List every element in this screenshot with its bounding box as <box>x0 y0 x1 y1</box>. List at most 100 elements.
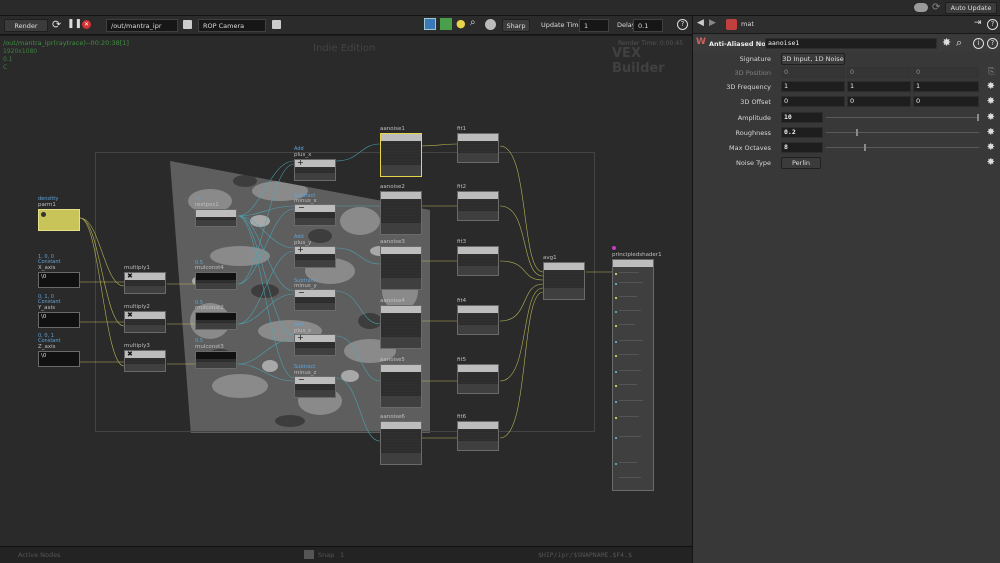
gear-icon[interactable]: ✸ <box>942 36 951 49</box>
preview-icon[interactable] <box>440 18 452 30</box>
fit2-node[interactable] <box>457 191 499 221</box>
multiply1-header: ✖ <box>125 272 165 280</box>
offset-label: 3D Offset <box>740 98 771 106</box>
offset-z-field[interactable]: 0 <box>913 96 979 107</box>
refresh-render-icon[interactable]: ⟳ <box>52 18 61 31</box>
render-viewport[interactable]: /out/mantra_ipr(raytrace)--00:20:38[1] 1… <box>0 36 692 546</box>
network-path[interactable]: mat <box>741 20 754 28</box>
refresh-icon[interactable]: ⟳ <box>932 2 940 13</box>
offset-gear-icon[interactable]: ✸ <box>987 96 995 107</box>
aanoise6-node[interactable] <box>380 421 422 465</box>
plus-y-node[interactable]: + <box>294 245 336 268</box>
mulconst4-node[interactable] <box>195 272 237 290</box>
minus-x-node[interactable]: − <box>294 203 336 226</box>
position-x-field[interactable]: 0 <box>781 67 845 78</box>
amplitude-field[interactable]: 10 <box>781 112 823 123</box>
restpos1-node[interactable] <box>195 209 237 227</box>
roughness-field[interactable]: 0.2 <box>781 127 823 138</box>
aanoise5-node[interactable] <box>380 364 422 408</box>
offset-x-field[interactable]: 0 <box>781 96 845 107</box>
minus-z-header: − <box>295 375 335 384</box>
region-icon[interactable] <box>424 18 436 30</box>
back-arrow-icon[interactable]: ◀ <box>697 18 704 28</box>
minus-z-node[interactable]: − <box>294 375 336 398</box>
roughness-gear-icon[interactable]: ✸ <box>987 127 995 138</box>
fit1-node[interactable] <box>457 133 499 163</box>
octaves-gear-icon[interactable]: ✸ <box>987 142 995 153</box>
render-button[interactable]: Render <box>4 19 48 32</box>
aanoise3-node[interactable] <box>380 246 422 290</box>
sharp-mode-dropdown[interactable]: Sharp <box>502 19 530 32</box>
roughness-slider-handle[interactable] <box>856 129 858 136</box>
zaxis-node[interactable]: \0 <box>38 351 80 367</box>
info-icon[interactable]: i <box>973 38 984 49</box>
amplitude-slider[interactable] <box>826 114 979 121</box>
snap-value[interactable]: 1 <box>340 551 344 559</box>
multiply2-node[interactable]: ✖ <box>124 311 166 333</box>
search-icon[interactable]: ⌕ <box>956 36 962 50</box>
fit3-node[interactable] <box>457 246 499 276</box>
noise-type-gear-icon[interactable]: ✸ <box>987 157 995 168</box>
output-driver-field[interactable]: /out/mantra_ipr <box>106 19 178 32</box>
plus-z-node[interactable]: + <box>294 333 336 356</box>
multiply1-node[interactable]: ✖ <box>124 272 166 294</box>
light-bulb-icon[interactable]: ● <box>456 17 466 30</box>
help-icon[interactable]: ? <box>987 38 998 49</box>
zoom-icon[interactable]: ⌕ <box>470 17 476 28</box>
frequency-y-field[interactable]: 1 <box>847 81 911 92</box>
update-time-field[interactable]: 1 <box>579 19 609 32</box>
help-icon[interactable]: ? <box>987 19 998 30</box>
fit4-node[interactable] <box>457 305 499 335</box>
xaxis-node[interactable]: \0 <box>38 272 80 288</box>
parm1-node[interactable] <box>38 209 80 231</box>
position-export-icon[interactable]: ⎘ <box>988 67 995 77</box>
avg1-node[interactable] <box>543 262 585 300</box>
camera-jump-icon[interactable] <box>272 20 281 29</box>
minus-y-node[interactable]: − <box>294 288 336 311</box>
render-toolbar: Render ⟳ ❚❚ ✕ /out/mantra_ipr ROP Camera… <box>0 16 692 35</box>
snapshot-icon[interactable] <box>304 550 314 559</box>
position-z-field[interactable]: 0 <box>913 67 979 78</box>
plus-x-node[interactable]: + <box>294 158 336 181</box>
mulconst3-node[interactable] <box>195 351 237 369</box>
amplitude-gear-icon[interactable]: ✸ <box>987 112 995 123</box>
yaxis-label: Y_axis <box>38 305 56 311</box>
node-name-field[interactable]: aanoise1 <box>765 38 937 49</box>
position-y-field[interactable]: 0 <box>847 67 911 78</box>
frequency-gear-icon[interactable]: ✸ <box>987 81 995 92</box>
frequency-x-field[interactable]: 1 <box>781 81 845 92</box>
pause-icon[interactable]: ❚❚ <box>67 19 82 29</box>
yaxis-node[interactable]: \0 <box>38 312 80 328</box>
aanoise4-node[interactable] <box>380 305 422 349</box>
frequency-z-field[interactable]: 1 <box>913 81 979 92</box>
multiply3-node[interactable]: ✖ <box>124 350 166 372</box>
mulconst2-node[interactable] <box>195 312 237 330</box>
forward-arrow-icon[interactable]: ▶ <box>709 18 716 28</box>
output-driver-jump-icon[interactable] <box>183 20 192 29</box>
fit5-node[interactable] <box>457 364 499 394</box>
snapshot-path[interactable]: $HIP/ipr/$SNAPNAME.$F4.$ <box>538 551 632 559</box>
camera-field[interactable]: ROP Camera <box>198 19 266 32</box>
aanoise1-node[interactable] <box>380 133 422 177</box>
pin-icon[interactable]: ⇥ <box>974 18 982 28</box>
sync-icon[interactable] <box>914 3 928 12</box>
stop-icon[interactable]: ✕ <box>82 20 91 29</box>
noise-type-label: Noise Type <box>735 159 771 167</box>
sphere-icon[interactable] <box>485 19 496 30</box>
fit6-node[interactable] <box>457 421 499 451</box>
amplitude-slider-handle[interactable] <box>977 114 979 121</box>
octaves-slider-handle[interactable] <box>864 144 866 151</box>
roughness-slider[interactable] <box>826 129 979 136</box>
octaves-slider[interactable] <box>826 144 979 151</box>
auto-update-dropdown[interactable]: Auto Update <box>945 2 997 14</box>
aanoise2-node[interactable] <box>380 191 422 235</box>
multiply3-label: multiply3 <box>124 343 150 349</box>
octaves-field[interactable]: 8 <box>781 142 823 153</box>
offset-y-field[interactable]: 0 <box>847 96 911 107</box>
signature-dropdown[interactable]: 3D Input, 1D Noise <box>781 53 845 65</box>
help-icon[interactable]: ? <box>677 19 688 30</box>
fit3-header <box>458 247 498 254</box>
noise-type-dropdown[interactable]: Perlin <box>781 157 821 169</box>
principled-node[interactable] <box>612 259 654 491</box>
delay-field[interactable]: 0.1 <box>633 19 663 32</box>
